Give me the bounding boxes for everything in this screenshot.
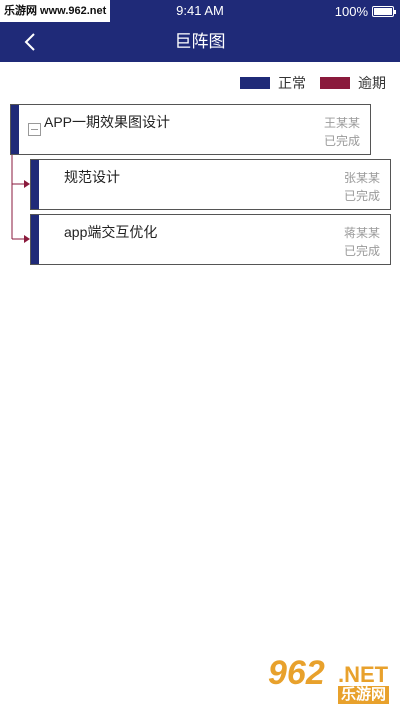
task-title: 规范设计 — [64, 169, 120, 185]
task-status: 已完成 — [343, 244, 380, 258]
watermark-net: .NET — [338, 662, 389, 687]
watermark-number: 962 — [268, 654, 325, 692]
task-status: 已完成 — [343, 189, 380, 203]
task-title: app端交互优化 — [64, 224, 158, 240]
status-bar-normal — [31, 160, 39, 209]
watermark-logo: 962 .NET 乐游网 — [252, 654, 394, 706]
task-card-child[interactable]: 规范设计 张某某 已完成 — [30, 159, 391, 210]
task-owner: 张某某 — [343, 171, 380, 185]
status-bar-normal — [31, 215, 39, 264]
task-owner: 王某某 — [323, 116, 360, 130]
task-card-child[interactable]: app端交互优化 蒋某某 已完成 — [30, 214, 391, 265]
status-bar-normal — [11, 105, 19, 154]
task-title: APP一期效果图设计 — [44, 114, 171, 130]
task-status: 已完成 — [323, 134, 360, 148]
watermark-cn: 乐游网 — [338, 686, 390, 704]
task-card-root[interactable]: APP一期效果图设计 王某某 已完成 — [10, 104, 371, 155]
collapse-icon[interactable] — [28, 123, 41, 136]
task-owner: 蒋某某 — [343, 226, 380, 240]
